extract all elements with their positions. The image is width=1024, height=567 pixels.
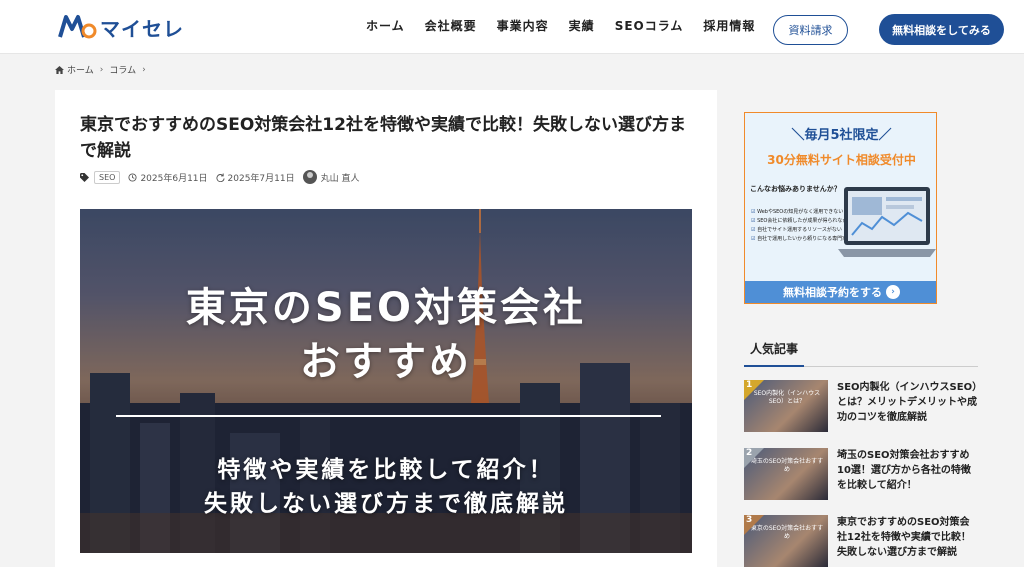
laptop-icon — [838, 187, 936, 257]
refresh-icon — [216, 172, 225, 182]
home-icon — [55, 65, 64, 74]
hero-title-line1: 東京のSEO対策会社 — [185, 285, 587, 331]
chevron-right-icon: › — [99, 64, 104, 75]
article-card: 東京でおすすめのSEO対策会社12社を特徴や実績で比較！失敗しない選び方まで解説… — [55, 90, 717, 567]
category-badge[interactable]: SEO — [94, 170, 121, 184]
breadcrumb: ホーム › コラム › — [55, 63, 152, 76]
nav-item-home[interactable]: ホーム — [366, 17, 405, 34]
global-nav: ホーム 会社概要 事業内容 実績 SEOコラム 採用情報 — [366, 17, 775, 34]
avatar[interactable] — [302, 170, 317, 184]
banner-subheadline: 30分無料サイト相談受付中 — [767, 153, 916, 167]
author-name[interactable]: 丸山 直人 — [321, 171, 360, 184]
hero-subtitle-line2: 失敗しない選び方まで徹底解説 — [204, 491, 568, 517]
post-thumbnail[interactable]: SEO内製化（インハウスSEO）とは？ 1 — [744, 380, 828, 432]
clock-icon — [128, 172, 137, 182]
hero-title-line2: おすすめ — [300, 339, 472, 385]
site-logo[interactable]: マイセレ — [58, 12, 184, 42]
arrow-right-icon: › — [886, 285, 900, 299]
consultation-banner[interactable]: ＼毎月5社限定／ 30分無料サイト相談受付中 こんなお悩みありませんか？ Web… — [744, 112, 937, 304]
chevron-right-icon: › — [142, 64, 146, 75]
logo-mark-icon — [58, 13, 98, 41]
popular-post-title[interactable]: 埼玉のSEO対策会社おすすめ10選！選び方から各社の特徴を比較して紹介！ — [837, 448, 979, 493]
popular-post-title[interactable]: 東京でおすすめのSEO対策会社12社を特徴や実績で比較！失敗しない選び方まで解説 — [837, 515, 979, 560]
page-title: 東京でおすすめのSEO対策会社12社を特徴や実績で比較！失敗しない選び方まで解説 — [80, 115, 686, 161]
popular-posts-title: 人気記事 — [744, 340, 805, 367]
banner-cta-label: 無料相談予約をする — [783, 286, 882, 299]
hero-image: 東京のSEO対策会社 おすすめ 特徴や実績を比較して紹介！ 失敗しない選び方まで… — [80, 209, 692, 553]
nav-item-recruit[interactable]: 採用情報 — [703, 17, 755, 34]
hero-title: 東京のSEO対策会社 おすすめ — [80, 281, 692, 389]
popular-post-title[interactable]: SEO内製化（インハウスSEO）とは？メリットデメリットや成功のコツを徹底解説 — [837, 380, 979, 425]
breadcrumb-column[interactable]: コラム — [109, 63, 136, 76]
nav-item-company[interactable]: 会社概要 — [425, 17, 477, 34]
request-document-button[interactable]: 資料請求 — [773, 15, 848, 45]
breadcrumb-home[interactable]: ホーム — [67, 63, 94, 76]
popular-post-item[interactable]: SEO内製化（インハウスSEO）とは？ 1 SEO内製化（インハウスSEO）とは… — [744, 380, 980, 435]
nav-item-seo-column[interactable]: SEOコラム — [615, 17, 684, 34]
hero-subtitle-line1: 特徴や実績を比較して紹介！ — [217, 457, 555, 483]
logo-text: マイセレ — [100, 16, 184, 41]
hero-divider — [116, 415, 661, 417]
site-header: マイセレ ホーム 会社概要 事業内容 実績 SEOコラム 採用情報 資料請求 無… — [0, 0, 1024, 54]
rank-number: 1 — [746, 380, 753, 390]
popular-post-item[interactable]: 埼玉のSEO対策会社おすすめ 2 埼玉のSEO対策会社おすすめ10選！選び方から… — [744, 448, 980, 503]
updated-date: 2025年7月11日 — [227, 173, 295, 184]
rank-number: 3 — [746, 515, 753, 525]
post-thumbnail[interactable]: 東京のSEO対策会社おすすめ 3 — [744, 515, 828, 567]
nav-item-service[interactable]: 事業内容 — [497, 17, 549, 34]
post-meta: SEO 2025年6月11日 2025年7月11日 丸山 直人 — [80, 170, 360, 184]
hero-subtitle: 特徴や実績を比較して紹介！ 失敗しない選び方まで徹底解説 — [80, 453, 692, 521]
published-date: 2025年6月11日 — [140, 173, 208, 184]
banner-cta-button[interactable]: 無料相談予約をする › — [745, 281, 936, 303]
post-thumbnail[interactable]: 埼玉のSEO対策会社おすすめ 2 — [744, 448, 828, 500]
banner-headline: ＼毎月5社限定／ — [791, 128, 892, 143]
nav-item-results[interactable]: 実績 — [569, 17, 595, 34]
banner-question: こんなお悩みありませんか？ — [750, 185, 841, 193]
free-consultation-button[interactable]: 無料相談をしてみる — [879, 14, 1004, 45]
popular-posts-heading: 人気記事 — [744, 338, 978, 367]
popular-post-item[interactable]: 東京のSEO対策会社おすすめ 3 東京でおすすめのSEO対策会社12社を特徴や実… — [744, 515, 980, 567]
tag-icon — [80, 172, 89, 182]
rank-number: 2 — [746, 448, 753, 458]
